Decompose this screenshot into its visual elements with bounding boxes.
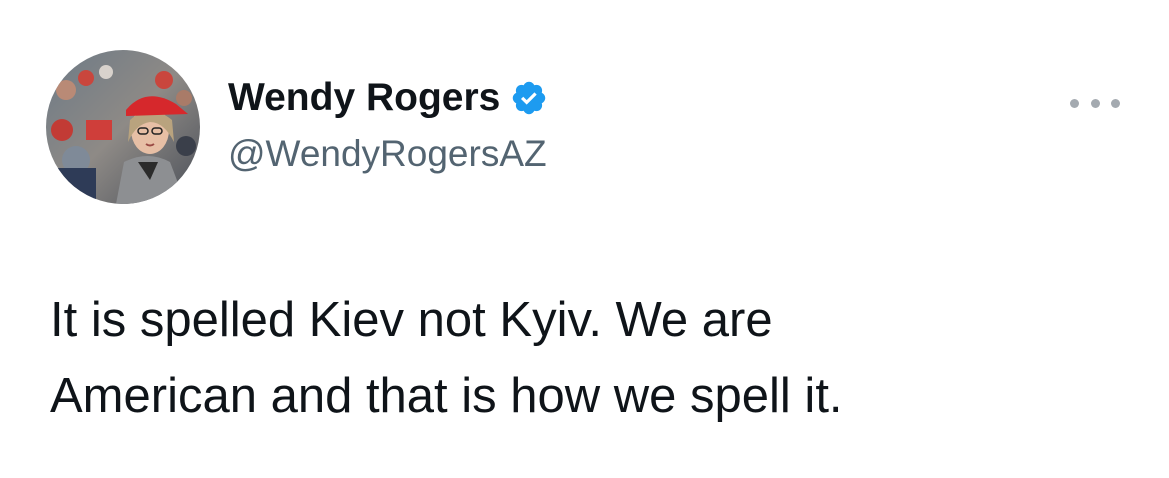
author-avatar[interactable] xyxy=(46,50,200,204)
verified-badge-icon xyxy=(510,79,548,117)
more-dot xyxy=(1070,98,1079,108)
more-dot xyxy=(1090,98,1100,108)
author-display-name[interactable]: Wendy Rogers xyxy=(228,74,500,122)
avatar-photo-icon xyxy=(46,50,200,204)
tweet-text: It is spelled Kiev not Kyiv. We are Amer… xyxy=(50,293,843,423)
tweet-card[interactable]: Wendy Rogers @WendyRogersAZ It is spelle… xyxy=(0,0,1169,478)
author-name-row: Wendy Rogers xyxy=(228,74,548,122)
author-handle[interactable]: @WendyRogersAZ xyxy=(228,131,547,177)
more-options-icon[interactable] xyxy=(1070,88,1120,118)
more-dot xyxy=(1111,98,1120,108)
